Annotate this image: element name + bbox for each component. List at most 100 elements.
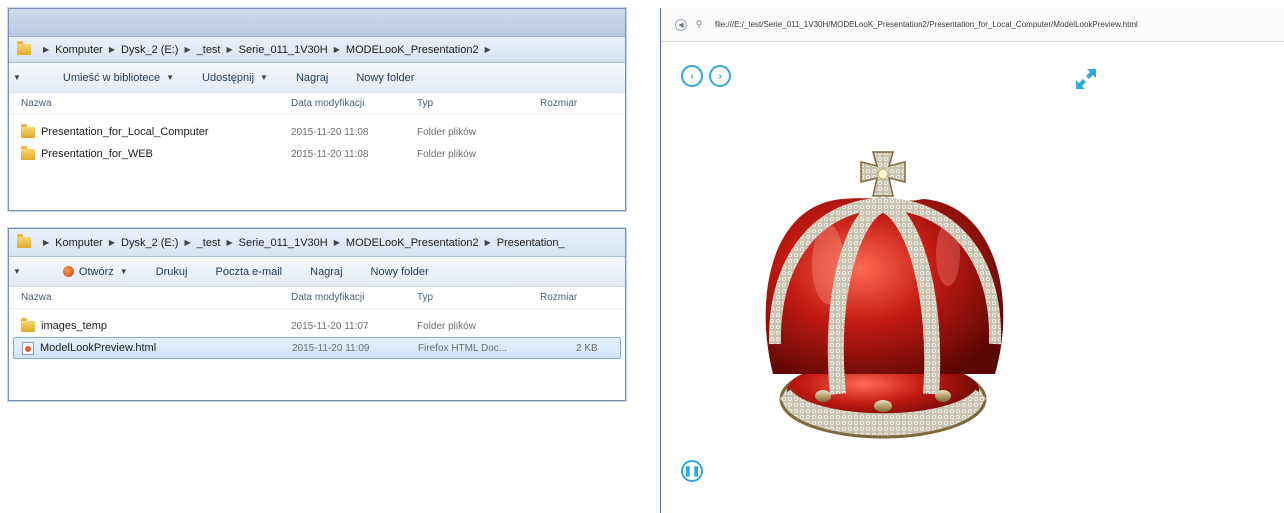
breadcrumb-item[interactable]: Serie_011_1V30H [239,44,328,56]
include-in-library-label: Umieść w bibliotece [62,71,161,84]
breadcrumb-separator-icon: ▶ [43,45,50,54]
fullscreen-icon[interactable] [1073,66,1099,92]
file-row-selected[interactable]: ModelLookPreview.html 2015-11-20 11:09 F… [13,337,621,359]
file-type: Folder plików [417,148,476,160]
file-name-cell: Presentation_for_Local_Computer [21,123,209,138]
email-label: Poczta e-mail [215,265,283,278]
breadcrumb-separator-icon: ▶ [108,238,116,247]
breadcrumb-item[interactable]: MODELooK_Presentation2 [346,44,479,56]
file-date: 2015-11-20 11:09 [292,342,370,354]
column-header-date[interactable]: Data modyfikacji [291,98,364,109]
breadcrumb-item[interactable]: Presentation_ [497,237,565,249]
prev-icon[interactable]: ‹ [681,65,703,87]
column-header-date[interactable]: Data modyfikacji [291,292,364,303]
url-text[interactable]: file:///E:/_test/Serie_011_1V30H/MODELoo… [715,20,1275,29]
column-header-type[interactable]: Typ [417,292,433,303]
chevron-down-icon: ▼ [119,267,128,276]
file-date: 2015-11-20 11:07 [291,320,369,332]
file-date: 2015-11-20 11:08 [291,148,369,160]
file-row[interactable]: Presentation_for_WEB 2015-11-20 11:08 Fo… [9,143,625,165]
breadcrumb-item[interactable]: MODELooK_Presentation2 [346,237,479,249]
column-header-size[interactable]: Rozmiar [540,292,577,303]
file-row[interactable]: images_temp 2015-11-20 11:07 Folder plik… [9,315,625,337]
folder-icon [21,317,35,332]
file-row[interactable]: Presentation_for_Local_Computer 2015-11-… [9,121,625,143]
folder-icon [17,234,31,248]
next-icon[interactable]: › [709,65,731,87]
folder-icon [21,145,35,160]
address-bar[interactable]: ▶ Komputer ▶ Dysk_2 (E:) ▶ _test ▶ Serie… [9,229,625,257]
new-folder-label: Nowy folder [356,71,415,84]
burn-button[interactable]: Nagraj [296,72,328,84]
file-name: Presentation_for_Local_Computer [41,126,209,138]
email-button[interactable]: Poczta e-mail [215,266,282,278]
column-header-size[interactable]: Rozmiar [540,98,577,109]
breadcrumb-separator-icon: ▶ [43,238,50,247]
browser-window: ◀ ⚲ file:///E:/_test/Serie_011_1V30H/MOD… [660,8,1284,513]
breadcrumb-separator-icon: ▶ [226,45,233,54]
html-file-icon [22,341,34,355]
file-size: 2 KB [576,342,598,354]
breadcrumb-separator-icon: ▶ [184,238,191,247]
breadcrumb-item[interactable]: Komputer [55,237,103,249]
breadcrumb-separator-icon: ▶ [333,45,340,54]
new-folder-label: Nowy folder [370,265,429,278]
browser-address-bar[interactable]: ◀ ⚲ file:///E:/_test/Serie_011_1V30H/MOD… [661,8,1284,42]
column-header-name[interactable]: Nazwa [21,98,52,109]
share-label: Udostępnij [202,71,255,84]
chevron-down-icon: ▼ [260,73,268,82]
open-button[interactable]: Otwórz ▼ [62,265,128,278]
back-icon[interactable]: ◀ [675,18,687,31]
file-name-cell: images_temp [21,317,108,332]
breadcrumb-item[interactable]: Dysk_2 (E:) [121,237,178,249]
file-name: ModelLookPreview.html [40,342,157,354]
breadcrumb-separator-icon: ▶ [333,238,340,247]
breadcrumb-item[interactable]: Komputer [55,44,103,56]
breadcrumb-separator-icon: ▶ [108,45,116,54]
breadcrumb-separator-icon: ▶ [484,45,491,54]
explorer-window-top: ▶ Komputer ▶ Dysk_2 (E:) ▶ _test ▶ Serie… [8,8,626,211]
burn-label: Nagraj [310,265,343,278]
new-folder-button[interactable]: Nowy folder [356,72,414,84]
print-button[interactable]: Drukuj [156,266,188,278]
file-type: Folder plików [417,320,476,332]
column-headers: Nazwa Data modyfikacji Typ Rozmiar [9,287,625,309]
column-header-type[interactable]: Typ [417,98,433,109]
file-name: images_temp [41,320,108,332]
explorer-toolbar: ▼ Umieść w bibliotece ▼ Udostępnij ▼ Nag… [9,63,625,93]
toolbar-caret-icon[interactable]: ▼ [13,73,21,82]
file-name: Presentation_for_WEB [41,148,153,160]
file-name-cell: Presentation_for_WEB [21,145,153,160]
open-label: Otwórz [78,265,114,278]
print-label: Drukuj [155,265,188,278]
toolbar-caret-icon[interactable]: ▼ [13,267,21,276]
window-titlebar [9,9,625,37]
breadcrumb-item[interactable]: Serie_011_1V30H [239,237,328,249]
explorer-window-bottom: ▶ Komputer ▶ Dysk_2 (E:) ▶ _test ▶ Serie… [8,228,626,401]
explorer-toolbar: ▼ Otwórz ▼ Drukuj Poczta e-mail Nagraj N… [9,257,625,287]
share-button[interactable]: Udostępnij ▼ [202,72,268,84]
column-headers: Nazwa Data modyfikacji Typ Rozmiar [9,93,625,115]
crown-model-image[interactable] [733,144,1053,454]
breadcrumb-separator-icon: ▶ [184,45,191,54]
page-icon: ⚲ [695,19,703,29]
file-type: Firefox HTML Doc... [418,342,508,354]
column-header-name[interactable]: Nazwa [21,292,52,303]
breadcrumb-item[interactable]: _test [197,237,221,249]
breadcrumb-item[interactable]: _test [197,44,221,56]
burn-button[interactable]: Nagraj [310,266,342,278]
file-type: Folder plików [417,126,476,138]
new-folder-button[interactable]: Nowy folder [371,266,429,278]
include-in-library-button[interactable]: Umieść w bibliotece ▼ [63,72,174,84]
address-bar[interactable]: ▶ Komputer ▶ Dysk_2 (E:) ▶ _test ▶ Serie… [9,37,625,63]
file-name-cell: ModelLookPreview.html [22,341,157,355]
breadcrumb-separator-icon: ▶ [484,238,491,247]
breadcrumb-item[interactable]: Dysk_2 (E:) [121,44,178,56]
folder-icon [21,123,35,138]
file-date: 2015-11-20 11:08 [291,126,369,138]
pause-icon[interactable]: ❚❚ [681,460,703,482]
firefox-icon [62,266,74,277]
folder-icon [17,41,31,55]
burn-label: Nagraj [295,71,329,84]
chevron-down-icon: ▼ [166,73,175,82]
